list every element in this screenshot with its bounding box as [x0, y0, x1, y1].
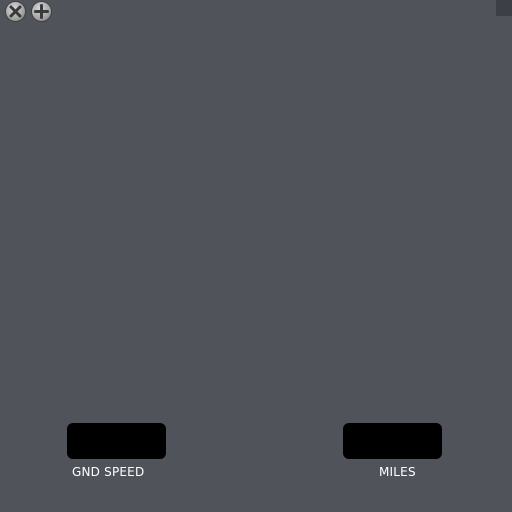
- miles-label: MILES: [379, 465, 416, 479]
- instrument-panel: GND SPEED MILES: [0, 0, 512, 512]
- corner-tab: [496, 0, 512, 16]
- ground-speed-label: GND SPEED: [72, 465, 145, 479]
- ground-speed-display: [67, 423, 166, 459]
- screw-head-icon: [6, 2, 25, 21]
- screw-head-icon: [32, 2, 51, 21]
- miles-display: [343, 423, 442, 459]
